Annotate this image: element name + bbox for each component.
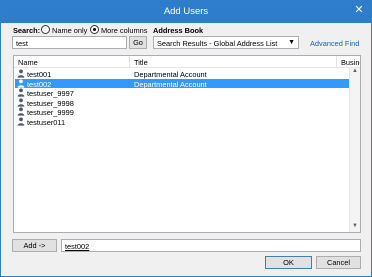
person-icon <box>17 107 25 116</box>
list-item[interactable]: testuser_9997 <box>15 88 349 98</box>
chevron-down-icon: ▼ <box>288 39 295 46</box>
column-header-business[interactable]: Busine <box>341 58 360 67</box>
address-book-select[interactable]: Search Results - Global Address List ▼ <box>153 36 299 49</box>
ok-button[interactable]: OK <box>265 256 312 269</box>
cancel-button[interactable]: Cancel <box>316 256 361 269</box>
go-button[interactable]: Go <box>129 36 147 49</box>
scroll-up-icon[interactable]: ▲ <box>350 68 360 78</box>
person-icon <box>17 88 25 97</box>
dialog-title: Add Users <box>163 6 209 17</box>
scroll-down-icon[interactable]: ▼ <box>350 223 360 232</box>
results-list[interactable]: Name Title Busine test001Departmental Ac… <box>13 55 361 233</box>
advanced-find-link[interactable]: Advanced Find <box>310 39 359 48</box>
search-input[interactable]: test <box>12 36 127 49</box>
close-icon: ✕ <box>354 4 364 16</box>
add-recipients-field[interactable]: test002 <box>61 239 361 252</box>
person-icon <box>17 98 25 107</box>
add-users-dialog: Add Users ✕ Search: Name only More colum… <box>0 0 372 277</box>
column-header-name[interactable]: Name <box>18 58 38 67</box>
vertical-scrollbar[interactable]: ▲ ▼ <box>349 68 360 232</box>
list-header: Name Title Busine <box>14 56 360 68</box>
list-item[interactable]: test001 Departmental Account <box>15 69 349 79</box>
name-only-label[interactable]: Name only <box>52 26 87 35</box>
list-item[interactable]: testuser011 <box>15 117 349 127</box>
person-icon <box>17 117 25 126</box>
search-label: Search: <box>13 26 41 35</box>
list-item[interactable]: testuser_9999 <box>15 107 349 117</box>
name-only-radio[interactable] <box>41 25 50 34</box>
list-item[interactable]: test002 Departmental Account <box>15 78 349 89</box>
more-columns-radio[interactable] <box>90 25 99 34</box>
more-columns-label[interactable]: More columns <box>101 26 147 35</box>
close-button[interactable]: ✕ <box>350 2 368 18</box>
row-name: testuser011 <box>27 117 66 127</box>
add-button[interactable]: Add -> <box>12 239 57 252</box>
title-bar: Add Users ✕ <box>1 1 371 23</box>
person-icon <box>17 79 25 88</box>
column-header-title[interactable]: Title <box>134 58 148 67</box>
column-divider[interactable] <box>336 56 337 68</box>
address-book-label: Address Book <box>153 26 204 35</box>
list-item[interactable]: testuser_9998 <box>15 98 349 108</box>
person-icon <box>17 69 25 78</box>
address-book-value: Search Results - Global Address List <box>157 39 278 48</box>
column-divider[interactable] <box>129 56 130 68</box>
